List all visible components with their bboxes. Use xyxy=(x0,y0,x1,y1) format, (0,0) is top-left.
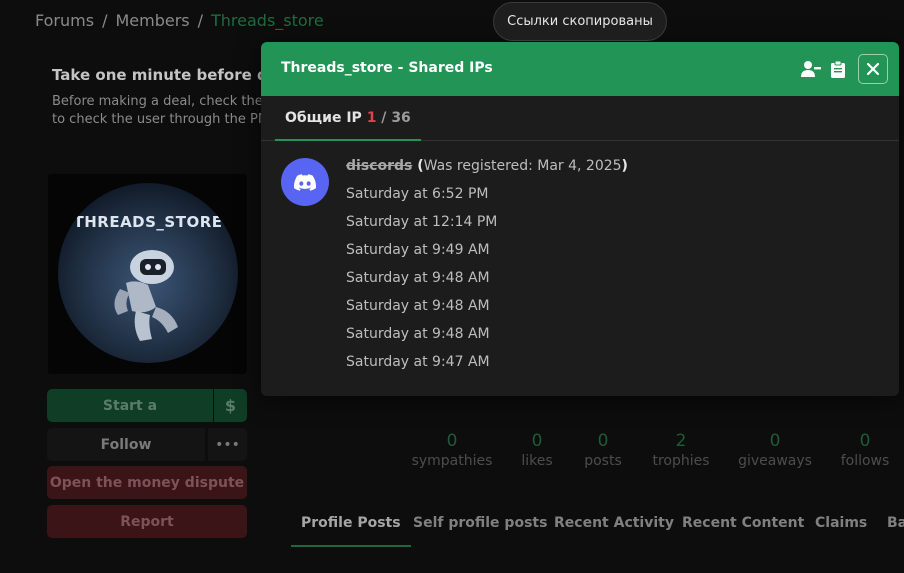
stat-value: 0 xyxy=(531,431,543,451)
tab-label: Общие IP xyxy=(285,110,362,126)
tab-current-count: 1 xyxy=(366,110,377,126)
tab-recent-content[interactable]: Recent Content xyxy=(682,505,804,547)
notice-title: Take one minute before de xyxy=(52,66,278,84)
profile-avatar[interactable]: THREADS_STORE xyxy=(48,174,247,374)
timestamp-list: Saturday at 6:52 PM Saturday at 12:14 PM… xyxy=(346,184,497,380)
stat-giveaways[interactable]: 0 giveaways xyxy=(738,431,812,471)
astronaut-figure-icon xyxy=(114,250,178,341)
tab-ba[interactable]: Ba xyxy=(887,505,904,547)
close-icon xyxy=(867,63,879,75)
stat-label: likes xyxy=(521,453,553,469)
stat-likes[interactable]: 0 likes xyxy=(521,431,552,471)
tab-claims[interactable]: Claims xyxy=(815,505,867,547)
stat-follows[interactable]: 0 follows xyxy=(841,431,890,471)
dollar-icon[interactable]: $ xyxy=(214,389,247,422)
stat-label: posts xyxy=(584,453,622,469)
registration-date: Was registered: Mar 4, 2025 xyxy=(423,158,622,174)
timestamp: Saturday at 6:52 PM xyxy=(346,186,489,202)
user-minus-icon[interactable] xyxy=(801,59,821,79)
avatar-image: THREADS_STORE xyxy=(58,183,238,363)
breadcrumb-current[interactable]: Threads_store xyxy=(211,11,324,30)
notice-line: to check the user through the PM xyxy=(52,112,262,127)
report-button[interactable]: Report xyxy=(47,505,247,538)
stat-value: 0 xyxy=(446,431,458,451)
notice-text: Before making a deal, check the to check… xyxy=(52,93,262,129)
notice-line: Before making a deal, check the xyxy=(52,94,262,109)
breadcrumb: Forums / Members / Threads_store xyxy=(35,11,324,30)
breadcrumb-members[interactable]: Members xyxy=(115,11,189,30)
shared-ips-modal: Threads_store - Shared IPs Общие IP 1 / … xyxy=(261,42,899,396)
tab-shared-ip[interactable]: Общие IP 1 / 36 xyxy=(275,96,421,141)
modal-title: Threads_store - Shared IPs xyxy=(281,60,493,76)
entry-header: discords (Was registered: Mar 4, 2025) xyxy=(346,158,628,174)
stat-value: 0 xyxy=(769,431,781,451)
timestamp: Saturday at 9:49 AM xyxy=(346,242,490,258)
copied-toast: Ссылки скопированы xyxy=(493,2,667,41)
stat-value: 0 xyxy=(859,431,871,451)
modal-header: Threads_store - Shared IPs xyxy=(261,42,899,96)
breadcrumb-separator: / xyxy=(102,11,108,30)
modal-tabs: Общие IP 1 / 36 xyxy=(261,96,899,141)
stat-label: giveaways xyxy=(738,453,812,469)
stat-label: trophies xyxy=(652,453,710,469)
stat-posts[interactable]: 0 posts xyxy=(584,431,622,471)
stat-trophies[interactable]: 2 trophies xyxy=(652,431,709,471)
stat-value: 2 xyxy=(675,431,687,451)
timestamp: Saturday at 12:14 PM xyxy=(346,214,498,230)
breadcrumb-forums[interactable]: Forums xyxy=(35,11,94,30)
stat-value: 0 xyxy=(597,431,609,451)
timestamp: Saturday at 9:47 AM xyxy=(346,354,490,370)
paren-open: ( xyxy=(412,158,424,174)
discord-icon xyxy=(294,173,316,191)
tab-total-count: 36 xyxy=(391,110,411,126)
timestamp: Saturday at 9:48 AM xyxy=(346,270,490,286)
user-avatar[interactable] xyxy=(281,158,329,206)
stat-label: follows xyxy=(840,453,890,469)
stat-label: sympathies xyxy=(411,453,493,469)
paren-close: ) xyxy=(621,158,628,174)
start-deal-button[interactable]: Start a xyxy=(47,389,213,422)
tab-separator: / xyxy=(376,110,392,126)
close-button[interactable] xyxy=(858,54,888,84)
avatar-logo-text: THREADS_STORE xyxy=(73,213,223,231)
username-link[interactable]: discords xyxy=(346,158,412,174)
timestamp: Saturday at 9:48 AM xyxy=(346,326,490,342)
timestamp: Saturday at 9:48 AM xyxy=(346,298,490,314)
breadcrumb-separator: / xyxy=(197,11,203,30)
tab-profile-posts[interactable]: Profile Posts xyxy=(291,505,411,547)
tab-self-profile-posts[interactable]: Self profile posts xyxy=(413,505,547,547)
tab-recent-activity[interactable]: Recent Activity xyxy=(554,505,674,547)
profile-stats: 0 sympathies 0 likes 0 posts 2 trophies … xyxy=(0,431,904,475)
stat-sympathies[interactable]: 0 sympathies xyxy=(412,431,493,471)
clipboard-icon[interactable] xyxy=(828,59,848,79)
